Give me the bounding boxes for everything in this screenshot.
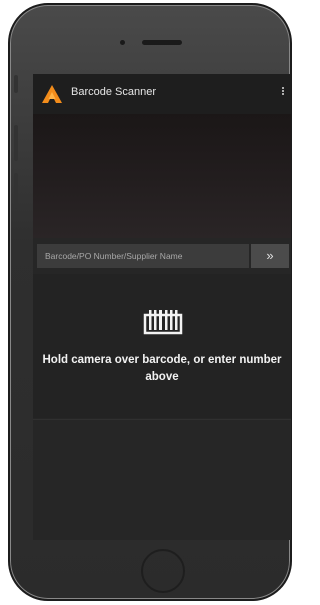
phone-frame: Barcode Scanner » Hold camera over barco… [8, 3, 292, 601]
home-button[interactable] [141, 549, 185, 593]
camera-preview[interactable] [33, 114, 291, 238]
barcode-icon [143, 310, 183, 335]
app-title: Barcode Scanner [71, 86, 156, 98]
volume-down-button [14, 173, 18, 209]
search-bar: » [37, 244, 289, 268]
scan-instruction-text: Hold camera over barcode, or enter numbe… [42, 354, 282, 383]
scan-prompt-panel: Hold camera over barcode, or enter numbe… [33, 274, 291, 418]
earpiece-speaker [142, 40, 182, 45]
submit-button[interactable]: » [251, 244, 289, 268]
app-bar: Barcode Scanner [33, 74, 291, 114]
screen: Barcode Scanner » Hold camera over barco… [33, 74, 291, 540]
volume-up-button [14, 125, 18, 161]
divider [33, 419, 291, 420]
more-vert-icon[interactable] [280, 86, 286, 102]
mute-switch [14, 75, 18, 93]
app-logo-icon [42, 85, 62, 103]
front-camera [120, 40, 125, 45]
barcode-search-input[interactable] [37, 244, 249, 268]
